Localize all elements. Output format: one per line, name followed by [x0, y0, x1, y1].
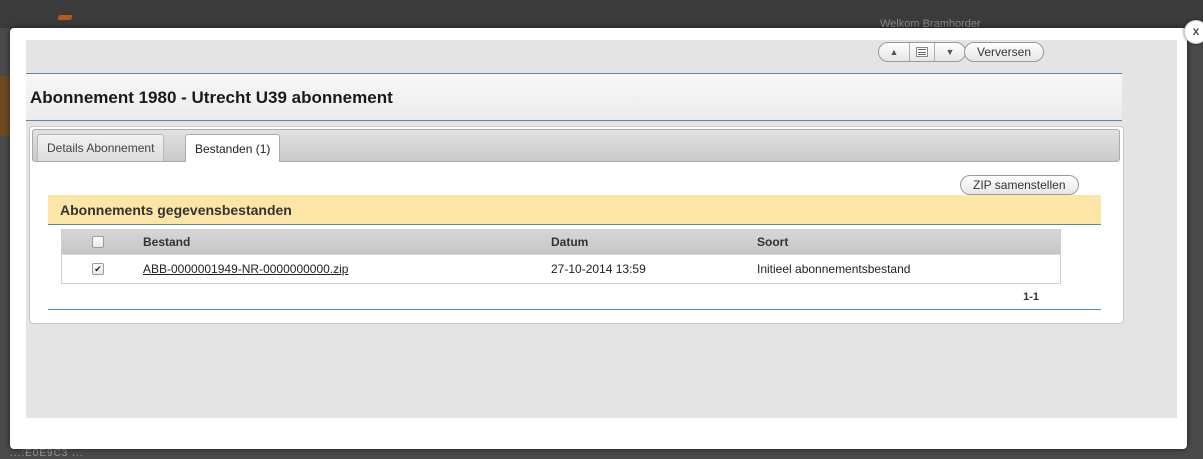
title-bar: Abonnement 1980 - Utrecht U39 abonnement — [26, 74, 1122, 120]
column-header-bestand[interactable]: Bestand — [143, 230, 190, 254]
file-link[interactable]: ABB-0000001949-NR-0000000000.zip — [143, 262, 348, 276]
refresh-button[interactable]: Verversen — [964, 42, 1045, 62]
tab-bestanden[interactable]: Bestanden (1) — [185, 134, 281, 162]
column-header-datum[interactable]: Datum — [551, 230, 588, 254]
previous-record-button[interactable]: ▲ — [879, 43, 910, 61]
pager-row: 1-1 — [61, 287, 1059, 309]
divider — [48, 309, 1101, 310]
background-footer-text: ...:E0E9C3 ... — [10, 448, 84, 459]
row-checkbox[interactable]: ✔ — [92, 263, 104, 275]
select-all-cell — [92, 230, 104, 254]
file-cell: ABB-0000001949-NR-0000000000.zip — [143, 255, 348, 283]
background-header — [0, 0, 1203, 28]
list-icon — [916, 47, 928, 57]
app-logo — [57, 15, 73, 20]
dialog-content: ▲ ▼ Verversen Abonnement 1980 - Utrecht … — [26, 40, 1177, 418]
record-list-button[interactable] — [910, 43, 935, 61]
up-arrow-icon: ▲ — [889, 47, 899, 57]
record-navigation: ▲ ▼ — [878, 42, 966, 62]
column-header-soort[interactable]: Soort — [757, 230, 788, 254]
date-cell: 27-10-2014 13:59 — [551, 262, 646, 276]
table-header: Bestand Datum Soort — [62, 230, 1060, 254]
section-header: Abonnements gegevensbestanden — [48, 195, 1101, 225]
tab-details-abonnement[interactable]: Details Abonnement — [37, 134, 165, 161]
down-arrow-icon: ▼ — [945, 47, 955, 57]
tab-strip: Details Abonnement Bestanden (1) — [32, 129, 1120, 162]
type-cell: Initieel abonnementsbestand — [757, 262, 911, 276]
close-icon: x — [1192, 24, 1200, 38]
page-title: Abonnement 1980 - Utrecht U39 abonnement — [30, 88, 393, 107]
divider — [26, 120, 1122, 121]
pager-range: 1-1 — [1023, 291, 1039, 303]
section-title: Abonnements gegevensbestanden — [60, 202, 292, 218]
row-select-cell: ✔ — [92, 255, 104, 283]
zip-create-button[interactable]: ZIP samenstellen — [960, 175, 1079, 195]
files-table: Bestand Datum Soort ✔ ABB-0000001949-NR-… — [61, 229, 1061, 284]
close-dialog-button[interactable]: x — [1184, 20, 1203, 44]
tab-panel: Details Abonnement Bestanden (1) ZIP sam… — [29, 126, 1124, 324]
subscription-dialog: ▲ ▼ Verversen Abonnement 1980 - Utrecht … — [10, 28, 1187, 449]
table-row: ✔ ABB-0000001949-NR-0000000000.zip 27-10… — [62, 254, 1060, 283]
record-toolbar: ▲ ▼ Verversen — [878, 42, 1045, 62]
select-all-checkbox[interactable] — [92, 236, 104, 248]
next-record-button[interactable]: ▼ — [935, 43, 965, 61]
